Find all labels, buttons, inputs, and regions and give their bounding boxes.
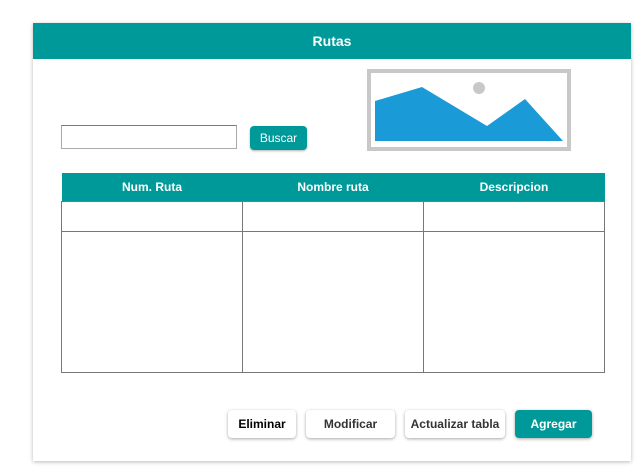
eliminar-button[interactable]: Eliminar [228, 410, 296, 438]
table-row[interactable] [61, 231, 605, 373]
rutas-panel: Rutas Buscar Num. Ruta Nombre ruta Descr… [33, 23, 631, 461]
actualizar-button-label: Actualizar tabla [410, 417, 500, 431]
modificar-button[interactable]: Modificar [306, 410, 395, 438]
actualizar-tabla-button[interactable]: Actualizar tabla [405, 410, 505, 438]
table-header-row: Num. Ruta Nombre ruta Descripcion [61, 173, 605, 202]
table-cell[interactable] [61, 231, 243, 373]
agregar-button-label: Agregar [530, 417, 577, 431]
routes-table: Num. Ruta Nombre ruta Descripcion [61, 173, 605, 373]
column-header-num-ruta[interactable]: Num. Ruta [61, 173, 243, 202]
panel-title: Rutas [312, 33, 352, 49]
table-cell[interactable] [242, 201, 424, 232]
table-cell[interactable] [423, 231, 605, 373]
panel-header: Rutas [33, 23, 631, 59]
table-row[interactable] [61, 201, 605, 232]
search-button[interactable]: Buscar [250, 126, 307, 150]
search-input[interactable] [61, 125, 237, 149]
table-cell[interactable] [242, 231, 424, 373]
table-cell[interactable] [423, 201, 605, 232]
column-header-nombre-ruta[interactable]: Nombre ruta [242, 173, 424, 202]
table-cell[interactable] [61, 201, 243, 232]
modificar-button-label: Modificar [323, 417, 378, 431]
search-button-label: Buscar [259, 131, 298, 145]
column-header-descripcion[interactable]: Descripcion [423, 173, 605, 202]
agregar-button[interactable]: Agregar [515, 410, 592, 438]
eliminar-button-label: Eliminar [238, 417, 286, 431]
image-placeholder-icon [367, 69, 571, 151]
